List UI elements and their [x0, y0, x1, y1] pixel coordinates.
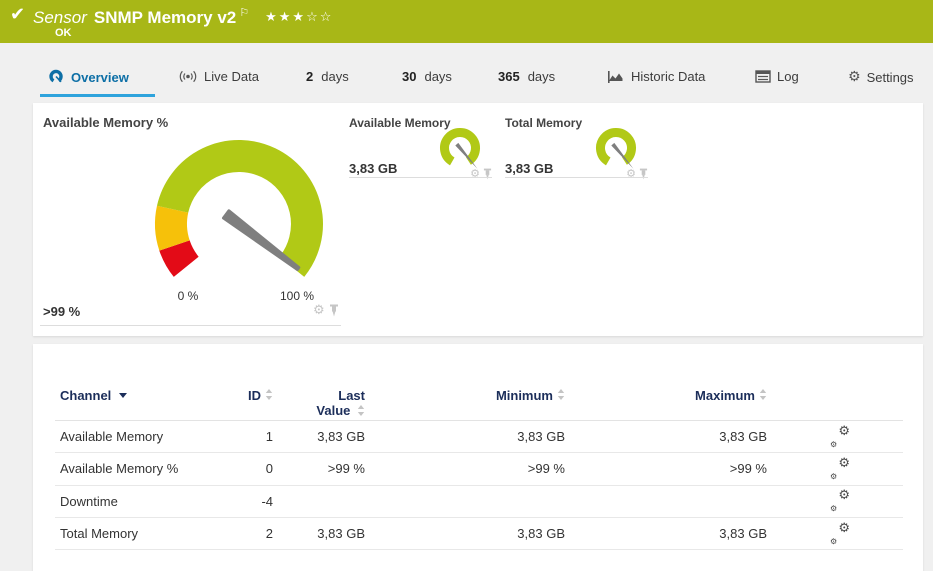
gauge-zone-red	[175, 246, 187, 267]
pin-icon[interactable]	[329, 304, 339, 317]
channel-id: 1	[240, 429, 285, 444]
log-list-icon	[755, 70, 771, 83]
tab-30-days[interactable]: 30 days	[402, 69, 452, 84]
divider	[505, 177, 648, 178]
tab-settings[interactable]: ⚙ Settings	[848, 69, 914, 85]
main-gauge-chart	[148, 133, 330, 293]
channel-name[interactable]: Total Memory	[55, 526, 240, 541]
channel-minimum: 3,83 GB	[380, 429, 580, 444]
tab-overview[interactable]: Overview	[48, 69, 129, 85]
tab-2-days[interactable]: 2 days	[306, 69, 349, 84]
tab-30-days-number: 30	[402, 69, 416, 84]
gauge-settings-gear-icon[interactable]: ⚙	[470, 167, 480, 180]
channel-name[interactable]: Downtime	[55, 494, 240, 509]
sort-icon	[357, 405, 365, 416]
mini-gauge-chart	[436, 125, 484, 173]
priority-stars[interactable]: ★★★☆☆	[265, 10, 333, 25]
gauges-panel: Available Memory % 0 % 100 % >99 % ⚙ Ava…	[33, 103, 923, 336]
main-gauge-scale-min: 0 %	[168, 289, 208, 303]
status-badge: OK	[55, 27, 72, 39]
table-row: Total Memory 2 3,83 GB 3,83 GB 3,83 GB ⚙…	[55, 518, 903, 550]
object-type-label: Sensor	[33, 8, 87, 27]
channel-minimum: >99 %	[380, 461, 580, 476]
tab-live-data[interactable]: Live Data	[178, 69, 259, 84]
main-gauge-title: Available Memory %	[43, 115, 168, 130]
channel-last-value: 3,83 GB	[285, 526, 380, 541]
channel-last-value: 3,83 GB	[285, 429, 380, 444]
divider	[40, 325, 341, 326]
status-ok-check-icon: ✔	[10, 4, 25, 25]
tab-365-days-unit: days	[528, 69, 555, 84]
sensor-status-header: ✔ Sensor SNMP Memory v2⚐ ★★★☆☆ OK	[0, 0, 933, 43]
gauge-icon	[48, 69, 65, 85]
tab-overview-label: Overview	[71, 70, 129, 85]
table-header-row: Channel ID Last Value Minimum	[55, 380, 903, 421]
gauge-zone-yellow	[171, 209, 175, 245]
channel-name[interactable]: Available Memory %	[55, 461, 240, 476]
channel-maximum: 3,83 GB	[580, 526, 780, 541]
mini-gauge-total-memory: Total Memory 3,83 GB ⚙	[505, 116, 648, 178]
table-row: Available Memory 1 3,83 GB 3,83 GB 3,83 …	[55, 421, 903, 453]
channel-name[interactable]: Available Memory	[55, 429, 240, 444]
edit-channel-button[interactable]: ⚙⚙	[830, 491, 850, 511]
mini-gauge-value: 3,83 GB	[349, 161, 397, 176]
tab-30-days-unit: days	[424, 69, 451, 84]
channel-maximum: 3,83 GB	[580, 429, 780, 444]
flag-icon[interactable]: ⚐	[239, 6, 249, 19]
channel-id: -4	[240, 494, 285, 509]
sensor-title: SNMP Memory v2	[94, 8, 236, 27]
gauge-settings-gear-icon[interactable]: ⚙	[626, 167, 636, 180]
sort-icon	[557, 389, 565, 400]
edit-channel-button[interactable]: ⚙⚙	[830, 459, 850, 479]
mini-gauge-title: Total Memory	[505, 116, 582, 130]
gauge-needle	[224, 211, 299, 270]
header-maximum[interactable]: Maximum	[580, 388, 780, 403]
channel-id: 2	[240, 526, 285, 541]
tab-2-days-unit: days	[321, 69, 348, 84]
sensor-tab-bar: Overview Live Data 2 days 30 days 365 da…	[0, 43, 933, 98]
channels-table: Channel ID Last Value Minimum	[55, 380, 903, 550]
channel-id: 0	[240, 461, 285, 476]
live-broadcast-icon	[178, 69, 198, 84]
header-channel[interactable]: Channel	[55, 388, 240, 403]
sort-desc-icon	[119, 393, 127, 398]
channel-minimum: 3,83 GB	[380, 526, 580, 541]
tab-365-days-number: 365	[498, 69, 520, 84]
mini-gauge-value: 3,83 GB	[505, 161, 553, 176]
mini-gauge-available-memory: Available Memory 3,83 GB ⚙	[349, 116, 492, 178]
gear-icon: ⚙	[848, 69, 861, 85]
area-chart-icon	[607, 70, 625, 84]
table-row: Downtime -4 ⚙⚙	[55, 486, 903, 518]
header-id[interactable]: ID	[240, 388, 285, 403]
edit-channel-button[interactable]: ⚙⚙	[830, 524, 850, 544]
channel-maximum: >99 %	[580, 461, 780, 476]
gauge-settings-gear-icon[interactable]: ⚙	[313, 303, 325, 318]
tab-settings-label: Settings	[867, 70, 914, 85]
channels-panel: Channel ID Last Value Minimum	[33, 344, 923, 571]
header-minimum[interactable]: Minimum	[380, 388, 580, 403]
edit-channel-button[interactable]: ⚙⚙	[830, 427, 850, 447]
divider	[349, 177, 492, 178]
tab-historic-data[interactable]: Historic Data	[607, 69, 705, 84]
mini-gauge-chart	[592, 125, 640, 173]
channel-last-value: >99 %	[285, 461, 380, 476]
tab-365-days[interactable]: 365 days	[498, 69, 555, 84]
tab-live-data-label: Live Data	[204, 69, 259, 84]
active-tab-underline	[40, 94, 155, 97]
main-gauge-scale-max: 100 %	[271, 289, 323, 303]
sort-icon	[759, 389, 767, 400]
tab-log-label: Log	[777, 69, 799, 84]
main-gauge-value: >99 %	[43, 304, 80, 319]
table-row: Available Memory % 0 >99 % >99 % >99 % ⚙…	[55, 453, 903, 485]
tab-2-days-number: 2	[306, 69, 313, 84]
header-last-value[interactable]: Last Value	[285, 388, 380, 418]
tab-log[interactable]: Log	[755, 69, 799, 84]
sort-icon	[265, 389, 273, 400]
tab-historic-data-label: Historic Data	[631, 69, 705, 84]
